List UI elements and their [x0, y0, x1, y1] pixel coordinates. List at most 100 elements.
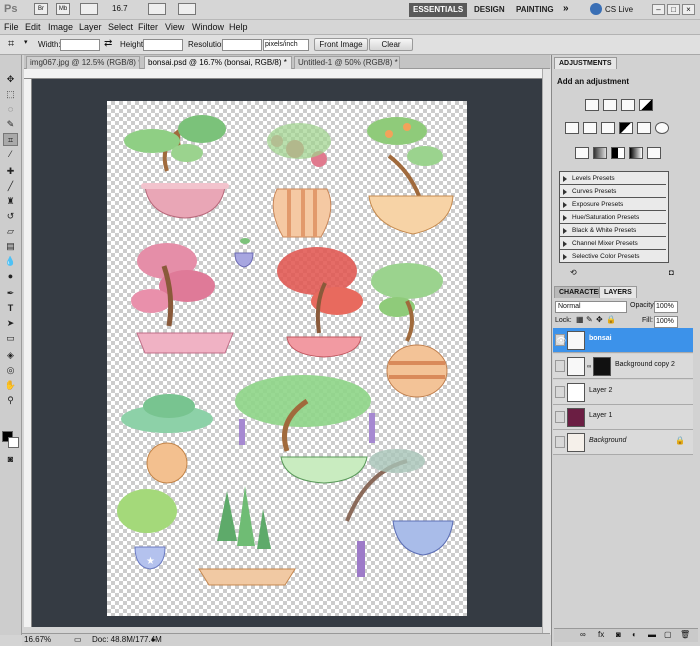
visibility-toggle[interactable] [555, 360, 565, 372]
eraser-tool-icon[interactable]: ▱ [3, 225, 18, 238]
move-tool-icon[interactable]: ✥ [3, 73, 18, 86]
document-artwork[interactable]: ★ [107, 101, 467, 616]
layer-row-layer-1[interactable]: Layer 1 [553, 405, 693, 430]
vertical-scrollbar[interactable] [542, 69, 551, 635]
layer-mask-thumbnail[interactable] [593, 357, 611, 376]
menu-file[interactable]: File [4, 22, 19, 32]
vibrance-icon[interactable] [565, 122, 579, 134]
layer-row-background-copy-2[interactable]: ∞ Background copy 2 [553, 354, 693, 379]
resolution-input[interactable] [222, 39, 262, 51]
preset-levels[interactable]: Levels Presets [560, 173, 666, 185]
lock-all-icon[interactable]: 🔒 [606, 315, 616, 324]
lock-image-icon[interactable]: ✎ [586, 315, 593, 324]
layer-mask-icon[interactable]: ◙ [616, 630, 621, 639]
more-workspaces-icon[interactable]: » [563, 3, 569, 14]
eyedropper-tool-icon[interactable]: ⁄ [3, 148, 18, 161]
status-info-icon[interactable]: ▭ [74, 635, 82, 644]
spot-healing-tool-icon[interactable]: ✚ [3, 165, 18, 178]
bridge-icon[interactable]: Br [34, 3, 48, 15]
color-balance-icon[interactable] [601, 122, 615, 134]
tab-bonsai[interactable]: bonsai.psd @ 16.7% (bonsai, RGB/8) * [144, 56, 292, 69]
adjustment-layer-icon[interactable]: ◐ [632, 630, 637, 639]
tab-img067[interactable]: img067.jpg @ 12.5% (RGB/8) * [26, 56, 140, 69]
3d-rotate-tool-icon[interactable]: ◈ [3, 349, 18, 362]
preset-selective-color[interactable]: Selective Color Presets [560, 251, 666, 263]
layer-row-layer-2[interactable]: Layer 2 [553, 380, 693, 405]
workspace-design[interactable]: DESIGN [470, 3, 509, 17]
new-group-icon[interactable]: ▬ [648, 630, 656, 639]
workspace-essentials[interactable]: ESSENTIALS [409, 3, 468, 17]
width-input[interactable] [60, 39, 100, 51]
preset-channel-mixer[interactable]: Channel Mixer Presets [560, 238, 666, 250]
type-tool-icon[interactable]: T [3, 302, 18, 315]
swap-dimensions-icon[interactable]: ⇄ [104, 38, 112, 49]
menu-help[interactable]: Help [229, 22, 248, 32]
black-white-icon[interactable] [619, 122, 633, 134]
zoom-level-field[interactable]: 16.7 [112, 4, 128, 13]
quick-mask-icon[interactable]: ◙ [3, 453, 18, 466]
gradient-map-icon[interactable] [629, 147, 643, 159]
tool-preset-arrow-icon[interactable]: ▾ [24, 38, 28, 46]
crop-tool-icon-active[interactable]: ⌗ [3, 133, 18, 146]
mask-link-icon[interactable]: ∞ [587, 364, 591, 370]
delete-layer-icon[interactable]: 🗑 [680, 630, 690, 639]
zoom-percentage[interactable]: 16.67% [24, 635, 51, 644]
lasso-tool-icon[interactable]: ◌ [3, 103, 18, 116]
photo-filter-icon[interactable] [637, 122, 651, 134]
menu-layer[interactable]: Layer [79, 22, 102, 32]
front-image-button[interactable]: Front Image [314, 38, 368, 51]
posterize-icon[interactable] [593, 147, 607, 159]
visibility-toggle[interactable] [555, 436, 565, 448]
opacity-input[interactable]: 100% [654, 301, 678, 313]
cs-live-label[interactable]: CS Live [605, 5, 633, 14]
menu-image[interactable]: Image [48, 22, 73, 32]
blur-tool-icon[interactable]: 💧 [3, 255, 18, 268]
tab-layers[interactable]: LAYERS [599, 286, 637, 298]
minimize-icon[interactable]: – [652, 4, 665, 15]
resolution-unit-select[interactable]: pixels/inch [263, 39, 309, 51]
crop-tool-icon[interactable]: ⌗ [8, 38, 14, 51]
mini-bridge-icon[interactable]: Mb [56, 3, 70, 15]
clip-to-layer-icon[interactable]: ◘ [669, 268, 674, 277]
eye-icon[interactable]: 👁 [555, 334, 566, 346]
link-layers-icon[interactable]: ∞ [580, 630, 586, 639]
menu-select[interactable]: Select [108, 22, 133, 32]
invert-icon[interactable] [575, 147, 589, 159]
menu-window[interactable]: Window [192, 22, 224, 32]
curves-icon[interactable] [621, 99, 635, 111]
shape-tool-icon[interactable]: ▭ [3, 332, 18, 345]
height-input[interactable] [143, 39, 183, 51]
layer-style-icon[interactable]: fx [598, 630, 604, 639]
path-selection-tool-icon[interactable]: ➤ [3, 317, 18, 330]
menu-view[interactable]: View [165, 22, 184, 32]
arrange-documents-icon[interactable] [148, 3, 166, 15]
gradient-tool-icon[interactable]: ▤ [3, 240, 18, 253]
history-brush-tool-icon[interactable]: ↺ [3, 210, 18, 223]
levels-icon[interactable] [603, 99, 617, 111]
tab-untitled-1[interactable]: Untitled-1 @ 50% (RGB/8) * [294, 56, 400, 69]
preset-curves[interactable]: Curves Presets [560, 186, 666, 198]
lock-transparency-icon[interactable]: ▦ [576, 315, 584, 324]
new-layer-icon[interactable]: ▢ [664, 630, 672, 639]
cs-live-icon[interactable] [590, 3, 602, 15]
tab-adjustments[interactable]: ADJUSTMENTS [554, 57, 617, 69]
menu-edit[interactable]: Edit [25, 22, 41, 32]
visibility-toggle[interactable] [555, 386, 565, 398]
clone-stamp-tool-icon[interactable]: ♜ [3, 195, 18, 208]
blend-mode-select[interactable]: Normal [555, 301, 627, 313]
adjustment-return-icon[interactable]: ⟲ [570, 268, 577, 277]
selective-color-icon[interactable] [647, 147, 661, 159]
lock-position-icon[interactable]: ✥ [596, 315, 603, 324]
layer-row-bonsai[interactable]: 👁 bonsai [553, 328, 693, 353]
preset-black-white[interactable]: Black & White Presets [560, 225, 666, 237]
exposure-icon[interactable] [639, 99, 653, 111]
visibility-toggle[interactable] [555, 411, 565, 423]
3d-orbit-tool-icon[interactable]: ◎ [3, 364, 18, 377]
preset-hue-saturation[interactable]: Hue/Saturation Presets [560, 212, 666, 224]
menu-filter[interactable]: Filter [138, 22, 158, 32]
screen-mode-icon[interactable] [178, 3, 196, 15]
zoom-tool-icon[interactable]: ⚲ [3, 394, 18, 407]
preset-exposure[interactable]: Exposure Presets [560, 199, 666, 211]
channel-mixer-icon[interactable] [655, 122, 669, 134]
background-color-swatch[interactable] [8, 437, 19, 448]
